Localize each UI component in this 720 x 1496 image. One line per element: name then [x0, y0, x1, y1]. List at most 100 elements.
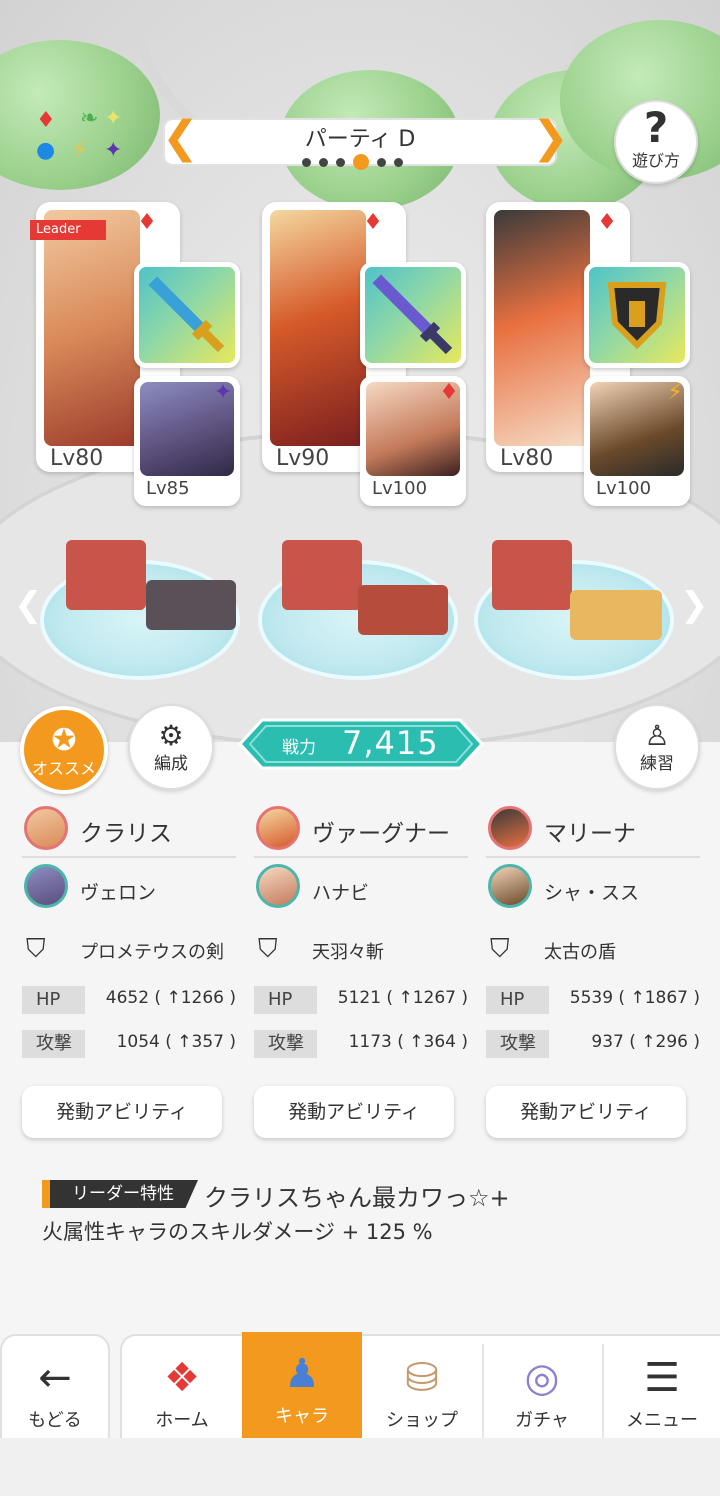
tab-gacha[interactable]: ◎ ガチャ: [482, 1336, 602, 1442]
main-character-row[interactable]: ヴァーグナー: [254, 800, 468, 858]
fire-element-icon: ♦: [439, 380, 459, 405]
attack-value: 937 ( ↑296 ): [591, 1032, 700, 1052]
scene-prev-icon[interactable]: ❮: [14, 585, 43, 625]
fire-element-icon: ♦: [363, 210, 383, 235]
hp-stat: HP 4652 ( ↑1266 ): [22, 980, 236, 1024]
element-cycle-icon[interactable]: ♦ ❧ ✦ ● ⚡ ✦: [30, 108, 130, 168]
sprite-block: [492, 540, 572, 610]
page-dot[interactable]: [394, 157, 403, 167]
ability-button-2[interactable]: 発動アビリティ: [254, 1086, 454, 1138]
support-level: Lv100: [372, 478, 428, 499]
hp-value: 5539 ( ↑1867 ): [569, 988, 700, 1008]
party-prev-arrow-icon[interactable]: ❮: [162, 116, 199, 160]
character-name: マリーナ: [544, 821, 636, 847]
hp-value: 5121 ( ↑1267 ): [337, 988, 468, 1008]
party-scene: ♦ ❧ ✦ ● ⚡ ✦ パーティ D ❮ ❯ ? 遊び方 Lv80 Leader…: [0, 0, 720, 745]
dark-element-icon: ✦: [213, 380, 233, 405]
character-name: ヴァーグナー: [312, 821, 450, 847]
sprite-block: [66, 540, 146, 610]
character-portrait: [270, 210, 366, 446]
equipment-blade-icon[interactable]: [360, 262, 466, 368]
page-dot[interactable]: [302, 157, 311, 167]
tab-chara[interactable]: ♟ キャラ: [242, 1332, 362, 1444]
leader-badge: Leader: [30, 220, 106, 240]
character-level: Lv80: [500, 446, 554, 471]
scene-next-icon[interactable]: ❯: [680, 585, 709, 625]
attack-stat: 攻撃 1054 ( ↑357 ): [22, 1024, 236, 1068]
equipment-sword-icon[interactable]: [134, 262, 240, 368]
menu-list-icon: ☰: [644, 1355, 680, 1401]
equipment-shield-icon[interactable]: [584, 262, 690, 368]
equipment-name: プロメテウスの剣: [80, 942, 224, 963]
page-dot[interactable]: [336, 157, 345, 167]
fire-element-icon: ♦: [597, 210, 617, 235]
party-next-arrow-icon[interactable]: ❯: [532, 116, 569, 160]
equipment-icon: ⛉: [490, 934, 510, 964]
equipment-row[interactable]: ⛉ 太古の盾: [486, 920, 700, 980]
character-avatar: [24, 806, 68, 850]
practice-button[interactable]: ♙ 練習: [614, 704, 700, 790]
sprite-block: [358, 585, 448, 635]
equipment-icon: ⛉: [258, 934, 278, 964]
tab-shop[interactable]: ⛁ ショップ: [362, 1336, 482, 1442]
how-to-play-button[interactable]: ? 遊び方: [614, 100, 698, 184]
character-level: Lv80: [50, 446, 104, 471]
support-avatar: [24, 864, 68, 908]
support-character-row[interactable]: シャ・スス: [486, 858, 700, 920]
attack-value: 1173 ( ↑364 ): [348, 1032, 468, 1052]
leader-skill-name: クラリスちゃん最カワっ☆+: [204, 1184, 510, 1212]
equipment-row[interactable]: ⛉ プロメテウスの剣: [22, 920, 236, 980]
system-bar-area: [0, 1438, 720, 1496]
tab-gacha-label: ガチャ: [515, 1410, 569, 1431]
battle-power-display: 戦力 7,415: [236, 718, 486, 770]
back-label: もどる: [28, 1410, 82, 1431]
tab-home[interactable]: ❖ ホーム: [122, 1336, 242, 1442]
support-name: ハナビ: [312, 882, 370, 904]
main-character-row[interactable]: マリーナ: [486, 800, 700, 858]
party-page-indicator: [302, 154, 403, 170]
gacha-portal-icon: ◎: [524, 1355, 560, 1401]
support-avatar: [256, 864, 300, 908]
tab-shop-label: ショップ: [386, 1410, 458, 1431]
hp-value: 4652 ( ↑1266 ): [105, 988, 236, 1008]
formation-icon: ⚙: [158, 719, 184, 752]
home-icon: ❖: [164, 1355, 200, 1401]
back-arrow-icon: ←: [38, 1355, 72, 1401]
equipment-icon: ⛉: [26, 934, 46, 964]
page-dot[interactable]: [377, 157, 386, 167]
support-avatar: [488, 864, 532, 908]
support-name: ヴェロン: [80, 882, 157, 904]
formation-button[interactable]: ⚙ 編成: [128, 704, 214, 790]
equipment-name: 天羽々斬: [312, 942, 384, 963]
hp-stat: HP 5539 ( ↑1867 ): [486, 980, 700, 1024]
character-avatar: [256, 806, 300, 850]
ability-button-3[interactable]: 発動アビリティ: [486, 1086, 686, 1138]
main-character-row[interactable]: クラリス: [22, 800, 236, 858]
character-portrait: [44, 210, 140, 446]
character-name: クラリス: [80, 821, 172, 847]
page-dot[interactable]: [319, 157, 328, 167]
tab-chara-label: キャラ: [275, 1406, 329, 1427]
sprite-block: [282, 540, 362, 610]
power-label: 戦力: [282, 738, 316, 758]
training-dummy-icon: ♙: [644, 719, 670, 752]
back-button[interactable]: ← もどる: [0, 1334, 110, 1444]
character-detail-column-1: クラリス ヴェロン ⛉ プロメテウスの剣 HP 4652 ( ↑1266 ) 攻…: [22, 800, 236, 1068]
question-icon: ?: [643, 103, 669, 152]
attack-label: 攻撃: [254, 1030, 344, 1058]
recommend-button[interactable]: ✪ オススメ: [20, 706, 108, 794]
how-to-play-label: 遊び方: [631, 151, 680, 170]
sprite-block: [570, 590, 662, 640]
hp-label: HP: [254, 986, 344, 1014]
page-dot-active[interactable]: [353, 154, 369, 170]
hp-label: HP: [22, 986, 112, 1014]
support-character-row[interactable]: ハナビ: [254, 858, 468, 920]
equipment-name: 太古の盾: [544, 942, 616, 963]
support-character-row[interactable]: ヴェロン: [22, 858, 236, 920]
ability-button-1[interactable]: 発動アビリティ: [22, 1086, 222, 1138]
attack-label: 攻撃: [486, 1030, 576, 1058]
tab-menu[interactable]: ☰ メニュー: [602, 1336, 720, 1442]
equipment-row[interactable]: ⛉ 天羽々斬: [254, 920, 468, 980]
power-value: 7,415: [342, 724, 439, 762]
fire-element-icon: ♦: [137, 210, 157, 235]
